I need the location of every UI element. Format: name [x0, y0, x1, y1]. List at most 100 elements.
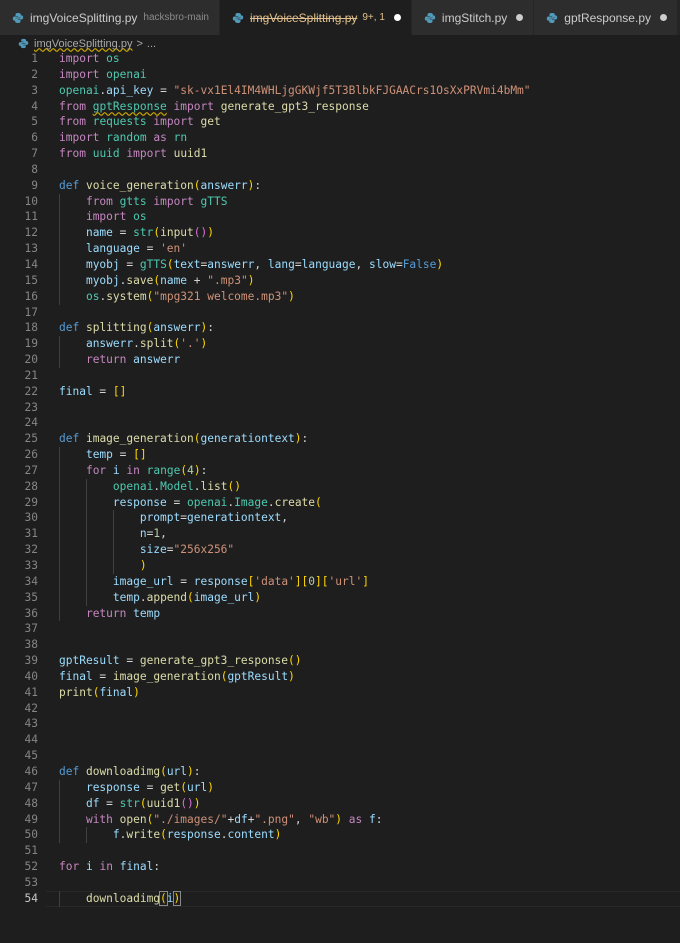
- code-token: myobj: [85, 273, 120, 287]
- code-token: gTTS: [200, 194, 228, 208]
- code-token: as: [153, 131, 167, 145]
- breadcrumb-file[interactable]: imgVoiceSplitting.py: [34, 38, 132, 50]
- code-text: prompt=generationtext,: [59, 510, 288, 526]
- code-line[interactable]: 3 openai.api_key = "sk-vx1El4IM4WHLjgGKWj…: [0, 83, 680, 99]
- code-line[interactable]: 11 import os: [0, 209, 680, 226]
- code-line[interactable]: 12 name = str(input()): [0, 225, 680, 242]
- code-token: =: [99, 796, 120, 810]
- code-line[interactable]: 34 image_url = response['data'][0]['url'…: [0, 573, 680, 590]
- code-token: (): [288, 654, 302, 668]
- code-line[interactable]: 41 print(final): [0, 685, 680, 701]
- code-line[interactable]: 33 ): [0, 558, 680, 574]
- code-line[interactable]: 7 from uuid import uuid1: [0, 146, 680, 162]
- code-line[interactable]: 47 response = get(url): [0, 779, 680, 796]
- code-line[interactable]: 42: [0, 701, 680, 717]
- code-token: .: [193, 479, 201, 493]
- code-text: name = str(input()): [59, 225, 214, 241]
- code-editor[interactable]: 1 import os 2 import openai 3 openai.api_key …: [0, 51, 680, 943]
- code-line[interactable]: 22 final = []: [0, 384, 680, 400]
- code-line[interactable]: 13 language = 'en': [0, 241, 680, 257]
- code-token: =: [112, 226, 134, 240]
- code-line[interactable]: 40 final = image_generation(gptResult): [0, 669, 680, 685]
- code-token: import: [59, 52, 100, 65]
- line-number: 27: [24, 463, 38, 477]
- code-line[interactable]: 28 openai.Model.list(): [0, 478, 680, 495]
- tab-imgvoicesplitting-hacksbro[interactable]: imgVoiceSplitting.py hacksbro-main: [0, 0, 220, 35]
- code-token: =: [92, 669, 113, 683]
- code-token: =: [119, 654, 140, 668]
- text-cursor: [180, 892, 182, 906]
- code-token: openai: [187, 495, 228, 509]
- code-line[interactable]: 24: [0, 415, 680, 431]
- code-line[interactable]: 4 from gptResponse import generate_gpt3_r…: [0, 99, 680, 115]
- tab-gptresponse[interactable]: gptResponse.py: [534, 0, 678, 35]
- code-line[interactable]: 52 for i in final:: [0, 859, 680, 875]
- code-line[interactable]: 43: [0, 716, 680, 732]
- code-line[interactable]: 46 def downloadimg(url):: [0, 764, 680, 780]
- code-line[interactable]: 44: [0, 732, 680, 748]
- code-line[interactable]: 25 def image_generation(generationtext):: [0, 431, 680, 447]
- code-token: df: [234, 812, 248, 826]
- code-token: openai: [59, 83, 100, 97]
- line-number: 8: [31, 162, 38, 176]
- code-token: response: [166, 828, 221, 842]
- code-line[interactable]: 19 answerr.split('.'): [0, 336, 680, 353]
- code-token: :: [200, 463, 208, 477]
- code-token: return: [85, 353, 127, 367]
- code-line[interactable]: 17: [0, 305, 680, 321]
- code-line[interactable]: 26 temp = []: [0, 447, 680, 463]
- tab-imgstitch[interactable]: imgStitch.py: [411, 0, 535, 35]
- unsaved-dot-icon[interactable]: [516, 14, 524, 21]
- code-line[interactable]: 39 gptResult = generate_gpt3_response(): [0, 653, 680, 669]
- code-line[interactable]: 38: [0, 637, 680, 653]
- code-line[interactable]: 31 n=1,: [0, 526, 680, 543]
- code-line[interactable]: 45: [0, 748, 680, 764]
- code-line[interactable]: 30 prompt=generationtext,: [0, 510, 680, 527]
- unsaved-dot-icon[interactable]: [660, 14, 667, 21]
- code-line[interactable]: 1 import os: [0, 51, 680, 67]
- code-line[interactable]: 54 downloadimg(i): [0, 890, 680, 907]
- code-line[interactable]: 16 os.system("mpg321 welcome.mp3"): [0, 288, 680, 305]
- code-token: 'en': [160, 242, 188, 256]
- code-token: generationtext: [200, 432, 295, 446]
- code-token: image_url: [112, 574, 174, 588]
- code-token: "256x256": [173, 543, 235, 557]
- code-line[interactable]: 48 df = str(uuid1()): [0, 795, 680, 812]
- breadcrumb: imgVoiceSplitting.py > ...: [0, 35, 680, 52]
- code-line[interactable]: 29 response = openai.Image.create(: [0, 494, 680, 511]
- code-line[interactable]: 21: [0, 368, 680, 384]
- code-token: for: [59, 860, 80, 874]
- code-token: :: [254, 178, 262, 192]
- code-line[interactable]: 18 def splitting(answerr):: [0, 320, 680, 336]
- code-line[interactable]: 50 f.write(response.content): [0, 827, 680, 844]
- code-line[interactable]: 14 myobj = gTTS(text=answerr, lang=langu…: [0, 256, 680, 273]
- code-line[interactable]: 10 from gtts import gTTS: [0, 193, 680, 210]
- code-line[interactable]: 51: [0, 843, 680, 859]
- code-line[interactable]: 35 temp.append(image_url): [0, 589, 680, 606]
- code-line[interactable]: 32 size="256x256": [0, 542, 680, 558]
- code-line[interactable]: 53: [0, 875, 680, 891]
- line-number: 36: [24, 606, 38, 620]
- code-line[interactable]: 27 for i in range(4):: [0, 462, 680, 479]
- code-token: ): [288, 669, 295, 683]
- code-line[interactable]: 9 def voice_generation(answerr):: [0, 178, 680, 194]
- code-token: openai: [106, 67, 147, 81]
- code-line[interactable]: 2 import openai: [0, 67, 680, 83]
- code-line[interactable]: 49 with open("./images/"+df+".png", "wb"…: [0, 811, 680, 828]
- code-token: ): [193, 796, 201, 810]
- code-line[interactable]: 15 myobj.save(name + ".mp3"): [0, 272, 680, 289]
- tab-imgvoicesplitting-active[interactable]: imgVoiceSplitting.py 9+, 1: [219, 0, 412, 35]
- code-line[interactable]: 5 from requests import get: [0, 114, 680, 130]
- code-text: import random as rn: [59, 130, 187, 146]
- code-line[interactable]: 37: [0, 621, 680, 637]
- code-line[interactable]: 20 return answerr: [0, 352, 680, 368]
- unsaved-dot-icon[interactable]: [393, 14, 401, 21]
- breadcrumb-symbols[interactable]: ...: [147, 38, 156, 50]
- code-line[interactable]: 6 import random as rn: [0, 130, 680, 146]
- code-line[interactable]: 8: [0, 162, 680, 178]
- code-line[interactable]: 23: [0, 400, 680, 416]
- code-line[interactable]: 36 return temp: [0, 605, 680, 622]
